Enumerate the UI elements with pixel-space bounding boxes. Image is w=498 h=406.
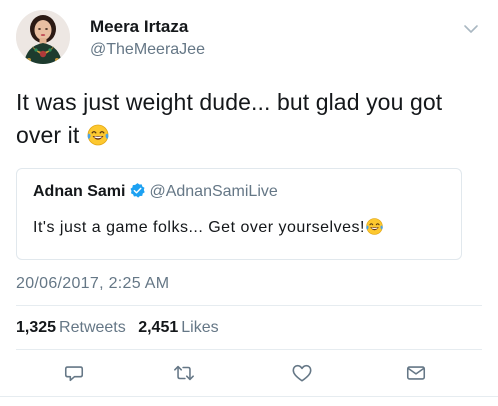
divider [16, 305, 482, 306]
chevron-down-icon [464, 25, 478, 33]
reply-button[interactable] [61, 360, 87, 386]
author-handle[interactable]: @TheMeeraJee [90, 40, 205, 60]
quoted-author-handle: @AdnanSamiLive [149, 183, 278, 200]
heart-icon [292, 364, 312, 382]
avatar-image [16, 10, 70, 64]
retweet-icon [174, 365, 194, 381]
more-options-button[interactable] [460, 18, 482, 40]
likes-label: Likes [181, 319, 219, 336]
like-button[interactable] [289, 360, 315, 386]
tweet-text-content: It was just weight dude... but glad you … [16, 89, 443, 148]
quoted-tweet-text-content: It's just a game folks... Get over yours… [33, 219, 365, 236]
tweet-card: Meera Irtaza @TheMeeraJee It was just we… [0, 0, 498, 406]
tears-of-joy-emoji-icon [365, 217, 384, 243]
divider [0, 396, 498, 397]
likes-count: 2,451 [138, 319, 179, 336]
tweet-timestamp[interactable]: 20/06/2017, 2:25 AM [16, 274, 169, 294]
likes-stat[interactable]: 2,451 Likes [138, 319, 218, 336]
tweet-stats: 1,325 Retweets 2,451 Likes [16, 318, 227, 338]
avatar[interactable] [16, 10, 70, 64]
verified-badge-icon [129, 182, 146, 205]
tweet-text: It was just weight dude... but glad you … [16, 86, 476, 156]
divider [16, 349, 482, 350]
envelope-icon [406, 366, 426, 380]
retweets-stat[interactable]: 1,325 Retweets [16, 319, 126, 336]
tears-of-joy-emoji-icon [86, 123, 110, 156]
quoted-tweet-header: Adnan Sami @AdnanSamiLive [33, 182, 278, 205]
retweets-label: Retweets [59, 319, 126, 336]
reply-icon [64, 366, 84, 382]
retweets-count: 1,325 [16, 319, 57, 336]
quoted-tweet-text: It's just a game folks... Get over yours… [33, 217, 384, 243]
direct-message-button[interactable] [403, 360, 429, 386]
retweet-button[interactable] [171, 360, 197, 386]
author-name[interactable]: Meera Irtaza [90, 17, 205, 37]
tweet-actions [0, 360, 498, 388]
quoted-author-name: Adnan Sami [33, 183, 126, 200]
author-info[interactable]: Meera Irtaza @TheMeeraJee [90, 17, 205, 60]
quoted-tweet[interactable]: Adnan Sami @AdnanSamiLive It's just a gam… [16, 168, 462, 260]
